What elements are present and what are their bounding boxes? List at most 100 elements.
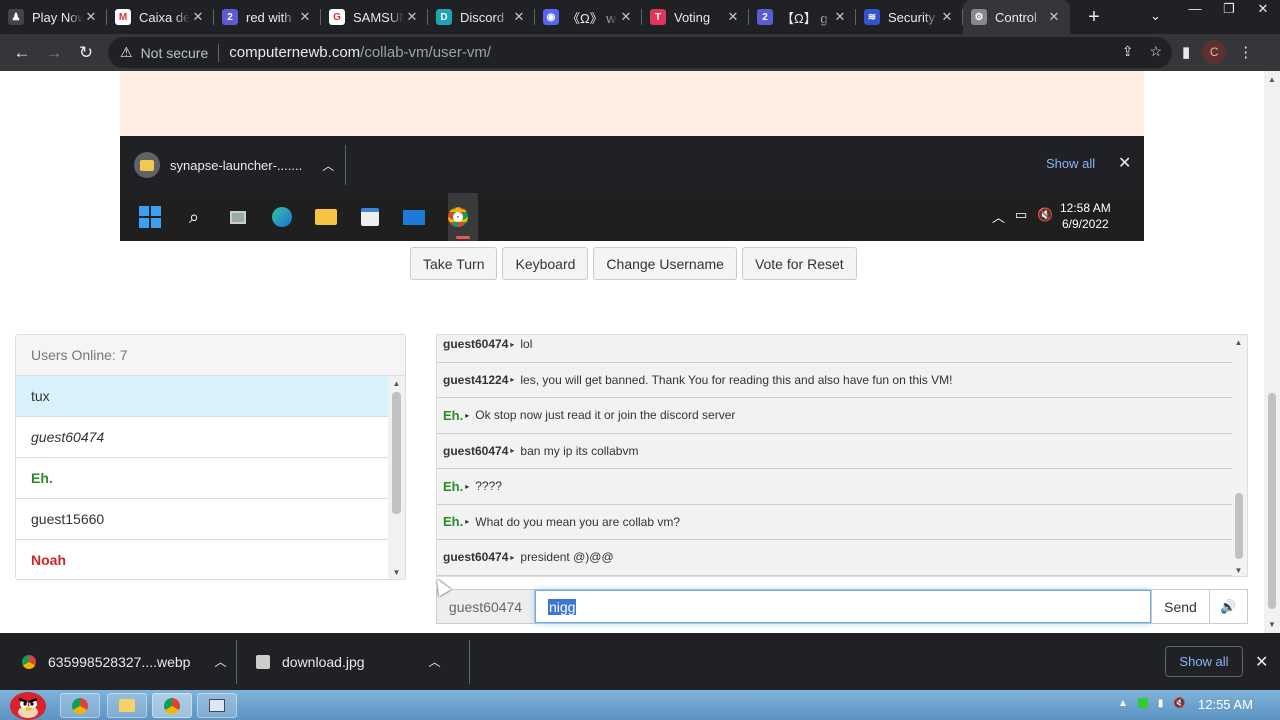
browser-tab[interactable]: ⚙ Control ✕: [963, 0, 1070, 34]
share-icon[interactable]: ⇪: [1122, 43, 1134, 60]
file-icon: [134, 152, 160, 178]
volume-muted-icon[interactable]: 🔇: [1037, 207, 1053, 226]
close-window-icon[interactable]: ✕: [1246, 0, 1280, 34]
taskbar-explorer-button[interactable]: [107, 693, 147, 718]
scroll-thumb[interactable]: [1268, 393, 1276, 609]
browser-tab[interactable]: ♟ Play Now ✕: [0, 0, 107, 34]
chevron-up-icon[interactable]: ︿: [429, 653, 441, 670]
close-icon[interactable]: ✕: [1255, 652, 1268, 672]
browser-tab[interactable]: 2 red with ✕: [214, 0, 321, 34]
user-list-item[interactable]: guest15660: [16, 499, 389, 540]
users-scrollbar[interactable]: ▲ ▼: [388, 376, 405, 579]
chevron-up-icon[interactable]: ︿: [322, 157, 334, 174]
chevron-up-icon[interactable]: ︿: [992, 207, 1005, 226]
close-tab-icon[interactable]: ✕: [297, 9, 313, 25]
close-tab-icon[interactable]: ✕: [832, 9, 848, 25]
network-icon[interactable]: ▭: [1015, 207, 1027, 226]
vote-reset-button[interactable]: Vote for Reset: [741, 247, 857, 280]
store-icon[interactable]: [358, 205, 382, 229]
close-tab-icon[interactable]: ✕: [404, 9, 420, 25]
scroll-up-icon[interactable]: ▲: [1230, 338, 1247, 347]
minimize-icon[interactable]: —: [1178, 0, 1212, 34]
browser-tab[interactable]: 2 【Ω】 g ✕: [749, 0, 856, 34]
chrome-icon[interactable]: [446, 205, 470, 229]
close-tab-icon[interactable]: ✕: [618, 9, 634, 25]
scroll-down-icon[interactable]: ▼: [1230, 566, 1247, 575]
search-icon[interactable]: ⌕: [182, 205, 206, 229]
taskbar-chrome-button[interactable]: [60, 693, 100, 718]
scroll-thumb[interactable]: [1235, 493, 1243, 559]
new-tab-button[interactable]: +: [1078, 6, 1110, 29]
close-tab-icon[interactable]: ✕: [190, 9, 206, 25]
close-icon[interactable]: ✕: [1118, 153, 1131, 173]
scroll-up-icon[interactable]: ▲: [388, 379, 405, 388]
edge-icon[interactable]: [270, 205, 294, 229]
scroll-thumb[interactable]: [392, 392, 401, 514]
close-tab-icon[interactable]: ✕: [511, 9, 527, 25]
browser-tab[interactable]: M Caixa de ✕: [107, 0, 214, 34]
user-list-item[interactable]: Eh.: [16, 458, 389, 499]
battery-icon[interactable]: [1137, 698, 1148, 708]
close-tab-icon[interactable]: ✕: [83, 9, 99, 25]
close-tab-icon[interactable]: ✕: [1046, 9, 1062, 25]
scroll-down-icon[interactable]: ▼: [1264, 620, 1280, 629]
scroll-down-icon[interactable]: ▼: [388, 568, 405, 577]
browser-tab[interactable]: G SAMSUNG✕: [321, 0, 428, 34]
taskbar-chrome-active-button[interactable]: [152, 693, 192, 718]
chevron-up-icon[interactable]: ▲: [1118, 698, 1128, 709]
vm-download-item[interactable]: synapse-launcher-....... ︿: [134, 152, 334, 178]
chat-message-user[interactable]: Eh.: [443, 479, 463, 494]
forward-icon[interactable]: →: [38, 43, 70, 63]
user-list-item[interactable]: Noah: [16, 540, 389, 579]
page-scrollbar[interactable]: ▲ ▼: [1264, 71, 1280, 633]
chat-input[interactable]: nigg: [535, 590, 1151, 623]
keyboard-button[interactable]: Keyboard: [502, 247, 589, 280]
taskbar-app-button[interactable]: [197, 693, 237, 718]
show-all-button[interactable]: Show all: [1165, 646, 1243, 677]
mail-icon[interactable]: [402, 205, 426, 229]
browser-tab[interactable]: ≋ Security ✕: [856, 0, 963, 34]
windows-start-icon[interactable]: [138, 205, 162, 229]
close-tab-icon[interactable]: ✕: [725, 9, 741, 25]
take-turn-button[interactable]: Take Turn: [410, 247, 498, 280]
browser-tab[interactable]: D Discord ✕: [428, 0, 535, 34]
vm-screen[interactable]: synapse-launcher-....... ︿ Show all ✕ ⌕ …: [120, 71, 1144, 241]
change-username-button[interactable]: Change Username: [593, 247, 737, 280]
file-explorer-icon[interactable]: [314, 205, 338, 229]
task-view-icon[interactable]: [226, 205, 250, 229]
vm-clock[interactable]: 12:58 AM 6/9/2022: [1060, 200, 1111, 232]
chevron-up-icon[interactable]: ︿: [214, 653, 226, 670]
chat-message-user[interactable]: guest41224: [443, 373, 508, 387]
volume-muted-icon[interactable]: 🔇: [1173, 698, 1185, 709]
chat-message-user[interactable]: Eh.: [443, 408, 463, 423]
volume-icon[interactable]: 🔊: [1209, 590, 1247, 623]
address-bar[interactable]: ⚠ Not secure computernewb.com/collab-vm/…: [108, 37, 1172, 68]
network-icon[interactable]: ▮: [1158, 698, 1164, 709]
user-list-item[interactable]: guest60474: [16, 417, 389, 458]
download-item[interactable]: 635998528327....webp ︿: [22, 653, 226, 670]
reload-icon[interactable]: ↻: [70, 43, 102, 63]
close-tab-icon[interactable]: ✕: [939, 9, 955, 25]
browser-tab[interactable]: T Voting ✕: [642, 0, 749, 34]
profile-avatar[interactable]: C: [1202, 40, 1227, 64]
start-orb-icon[interactable]: [4, 684, 50, 720]
chat-message-user[interactable]: guest60474: [443, 337, 508, 351]
browser-tab[interactable]: ◉ 《Ω》 w ✕: [535, 0, 642, 34]
chat-message-user[interactable]: Eh.: [443, 514, 463, 529]
menu-icon[interactable]: ⋮: [1238, 43, 1253, 61]
download-item[interactable]: download.jpg ︿: [256, 653, 441, 670]
send-button[interactable]: Send: [1151, 590, 1209, 623]
back-icon[interactable]: ←: [6, 43, 38, 63]
restore-icon[interactable]: ❐: [1212, 0, 1246, 34]
chat-message-user[interactable]: guest60474: [443, 444, 508, 458]
host-clock[interactable]: 12:55 AM: [1198, 697, 1253, 712]
scroll-up-icon[interactable]: ▲: [1264, 75, 1280, 84]
side-panel-icon[interactable]: ▮: [1182, 43, 1190, 61]
tab-search-icon[interactable]: ⌄: [1150, 8, 1161, 24]
vm-show-all-link[interactable]: Show all: [1046, 156, 1095, 171]
warning-icon[interactable]: ⚠: [120, 44, 133, 61]
bookmark-star-icon[interactable]: ☆: [1149, 43, 1162, 60]
chat-message-user[interactable]: guest60474: [443, 550, 508, 564]
chat-scrollbar[interactable]: ▲ ▼: [1230, 335, 1247, 576]
user-list-item[interactable]: tux: [16, 376, 389, 417]
